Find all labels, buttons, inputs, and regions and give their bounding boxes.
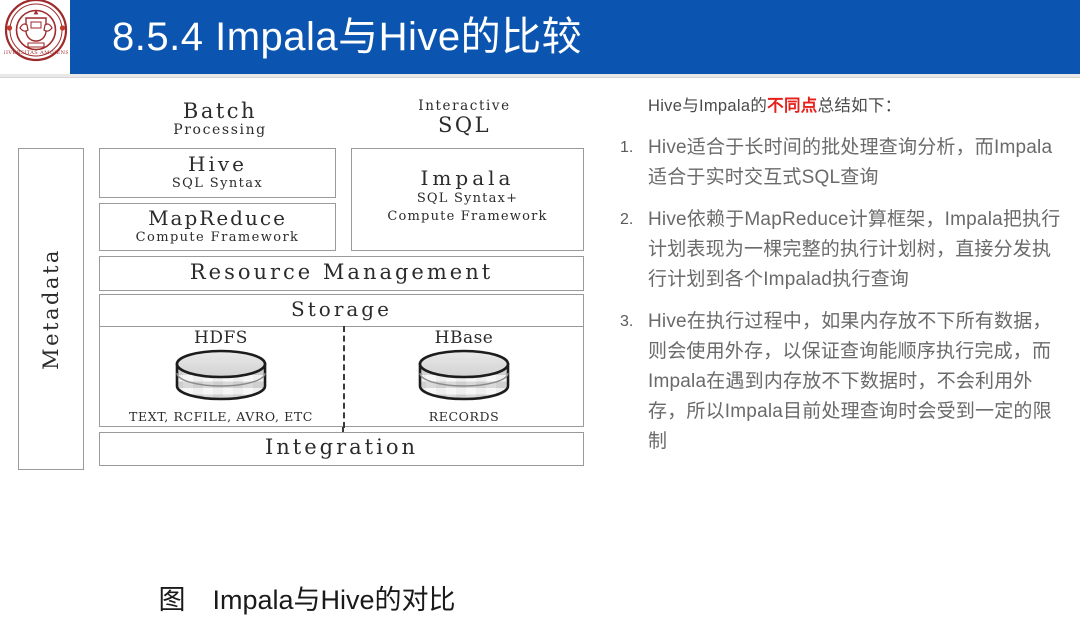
hive-box-subtitle: SQL Syntax (171, 176, 264, 191)
database-cylinder-icon (416, 349, 512, 401)
storage-cell-hdfs: HDFS TEXT, RCFILE, AVRO, ETC (100, 328, 342, 426)
comparison-text-panel: Hive与Impala的不同点总结如下： 1. Hive适合于长时间的批处理查询… (620, 94, 1070, 469)
resource-management-box-label: Resource Management (189, 260, 494, 284)
list-item: 1. Hive适合于长时间的批处理查询分析，而Impala适合于实时交互式SQL… (620, 133, 1070, 193)
header-divider-rule (0, 74, 1080, 78)
hive-box: Hive SQL Syntax (99, 148, 336, 198)
impala-box: Impala SQL Syntax+ Compute Framework (351, 148, 584, 251)
list-item: 2. Hive依赖于MapReduce计算框架，Impala把执行计划表现为一棵… (620, 205, 1070, 295)
list-item-text: Hive在执行过程中，如果内存放不下所有数据，则会使用外存，以保证查询能顺序执行… (648, 310, 1052, 452)
university-seal-icon: UNIVERSITAS AMOIENSIS (4, 0, 68, 62)
intro-text-before: Hive与Impala的 (648, 97, 768, 115)
architecture-diagram: Batch Processing Interactive SQL Metadat… (0, 86, 614, 615)
column-heading-interactive-big: SQL (437, 112, 492, 137)
storage-cell-hdfs-sub: TEXT, RCFILE, AVRO, ETC (129, 409, 313, 424)
svg-text:UNIVERSITAS AMOIENSIS: UNIVERSITAS AMOIENSIS (4, 50, 68, 56)
hive-box-title: Hive (188, 152, 247, 176)
intro-text-after: 总结如下： (817, 97, 902, 115)
list-item-text: Hive依赖于MapReduce计算框架，Impala把执行计划表现为一棵完整的… (648, 208, 1061, 290)
metadata-box: Metadata (18, 148, 84, 470)
storage-cell-hbase-name: HBase (434, 328, 494, 348)
bullet-list: 1. Hive适合于长时间的批处理查询分析，而Impala适合于实时交互式SQL… (620, 133, 1070, 457)
integration-box-label: Integration (264, 435, 418, 459)
resource-management-box: Resource Management (99, 256, 584, 291)
logo-plate: UNIVERSITAS AMOIENSIS (0, 0, 70, 74)
list-item-number: 3. (620, 312, 634, 330)
storage-cell-hbase-sub: RECORDS (428, 409, 500, 424)
list-item: 3. Hive在执行过程中，如果内存放不下所有数据，则会使用外存，以保证查询能顺… (620, 307, 1070, 457)
list-item-text: Hive适合于长时间的批处理查询分析，而Impala适合于实时交互式SQL查询 (648, 136, 1053, 188)
list-item-number: 2. (620, 210, 634, 228)
storage-cell-hdfs-name: HDFS (194, 328, 248, 348)
storage-box-title: Storage (291, 297, 392, 321)
mapreduce-box-subtitle: Compute Framework (135, 230, 300, 245)
list-item-number: 1. (620, 138, 634, 156)
column-heading-batch-small: Processing (173, 121, 267, 138)
figure-caption: 图 Impala与Hive的对比 (158, 585, 456, 615)
intro-line: Hive与Impala的不同点总结如下： (648, 94, 1070, 119)
storage-horizontal-divider (100, 326, 583, 327)
integration-box: Integration (99, 432, 584, 466)
mapreduce-box-title: MapReduce (148, 206, 287, 230)
storage-box: Storage HDFS TEXT, RCFILE, AVRO, ETC HBa… (99, 294, 585, 428)
page-title: 8.5.4 Impala与Hive的比较 (112, 15, 583, 59)
mapreduce-box: MapReduce Compute Framework (99, 203, 336, 251)
column-heading-batch: Batch Processing (120, 100, 320, 138)
column-heading-batch-big: Batch (182, 99, 258, 123)
database-cylinder-icon (173, 349, 269, 401)
impala-box-subtitle-line1: SQL Syntax+ (416, 191, 519, 206)
column-heading-interactive-small: Interactive (418, 98, 511, 114)
column-heading-interactive: Interactive SQL (362, 99, 567, 136)
metadata-box-label: Metadata (39, 248, 63, 370)
impala-box-subtitle-line2: Compute Framework (387, 208, 548, 224)
intro-highlight: 不同点 (767, 97, 818, 115)
storage-cell-hbase: HBase RECORDS (343, 328, 585, 426)
impala-box-title: Impala (420, 166, 515, 190)
